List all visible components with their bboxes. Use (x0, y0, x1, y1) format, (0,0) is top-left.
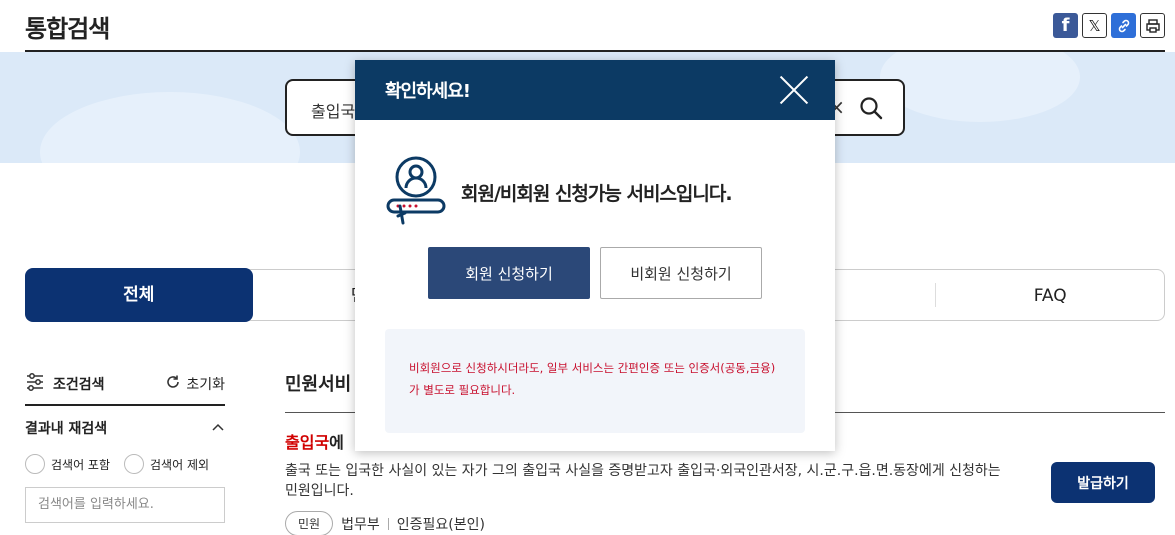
re-search-options: 검색어 포함 검색어 제외 (25, 454, 225, 474)
issue-button[interactable]: 발급하기 (1051, 462, 1155, 503)
result-description: 출국 또는 입국한 사실이 있는 자가 그의 출입국 사실을 증명받고자 출입국… (285, 463, 1001, 499)
notice-text: 비회원으로 신청하시더라도, 일부 서비스는 간편인증 또는 인증서(공동,금융… (409, 361, 776, 397)
share-toolbar: f 𝕏 (1053, 13, 1165, 38)
include-radio[interactable]: 검색어 포함 (25, 454, 110, 474)
modal-message: 회원/비회원 신청가능 서비스입니다. (461, 182, 733, 205)
member-apply-button[interactable]: 회원 신청하기 (428, 247, 590, 299)
user-card-icon (385, 155, 447, 229)
modal-notice: 비회원으로 신청하시더라도, 일부 서비스는 간편인증 또는 인증서(공동,금융… (385, 329, 805, 433)
page-header: 통합검색 f 𝕏 (25, 0, 1165, 52)
refresh-icon (165, 374, 181, 394)
chevron-up-icon (211, 420, 225, 436)
auth-label: 인증필요(본인) (396, 516, 485, 533)
print-icon[interactable] (1140, 13, 1165, 38)
agency-label: 법무부 (341, 516, 380, 533)
search-input-value: 출입국 (311, 102, 356, 121)
condition-header: 조건검색 초기화 (25, 370, 225, 406)
page-title: 통합검색 (25, 15, 110, 43)
condition-label: 조건검색 (53, 377, 105, 393)
category-badge: 민원 (285, 511, 334, 535)
search-icon[interactable] (859, 96, 883, 124)
re-search-label: 결과내 재검색 (25, 421, 108, 437)
filter-icon (25, 373, 45, 395)
modal-message-row: 회원/비회원 신청가능 서비스입니다. (385, 155, 733, 229)
radio-circle (124, 454, 145, 474)
modal-actions: 회원 신청하기 비회원 신청하기 (428, 247, 762, 299)
link-icon[interactable] (1111, 13, 1136, 38)
nonmember-apply-button[interactable]: 비회원 신청하기 (600, 247, 762, 299)
radio-circle (25, 454, 45, 474)
reset-label: 초기화 (186, 377, 225, 393)
facebook-icon[interactable]: f (1053, 13, 1078, 38)
modal-title: 확인하세요! (385, 81, 471, 102)
tab-all[interactable]: 전체 (25, 268, 253, 322)
tab-faq[interactable]: FAQ (936, 270, 1164, 320)
modal-header: 확인하세요! (355, 60, 835, 120)
close-icon[interactable] (780, 76, 808, 104)
re-search-input[interactable]: 검색어를 입력하세요. (25, 487, 225, 523)
x-icon[interactable]: 𝕏 (1082, 13, 1107, 38)
exclude-radio[interactable]: 검색어 제외 (124, 454, 209, 474)
result-meta: 민원 법무부 인증필요(본인) (285, 511, 1165, 535)
meta-divider (387, 517, 389, 530)
sidebar: 조건검색 초기화 결과내 재검색 검색어 포함 검색어 제외 검색어를 입력하세… (25, 370, 225, 523)
re-search-toggle[interactable]: 결과내 재검색 (25, 418, 225, 438)
reset-button[interactable]: 초기화 (165, 374, 225, 394)
confirm-modal: 확인하세요! 회원/비회원 신청가능 서비스입니다. 회원 신청하기 비회원 신… (355, 60, 835, 451)
